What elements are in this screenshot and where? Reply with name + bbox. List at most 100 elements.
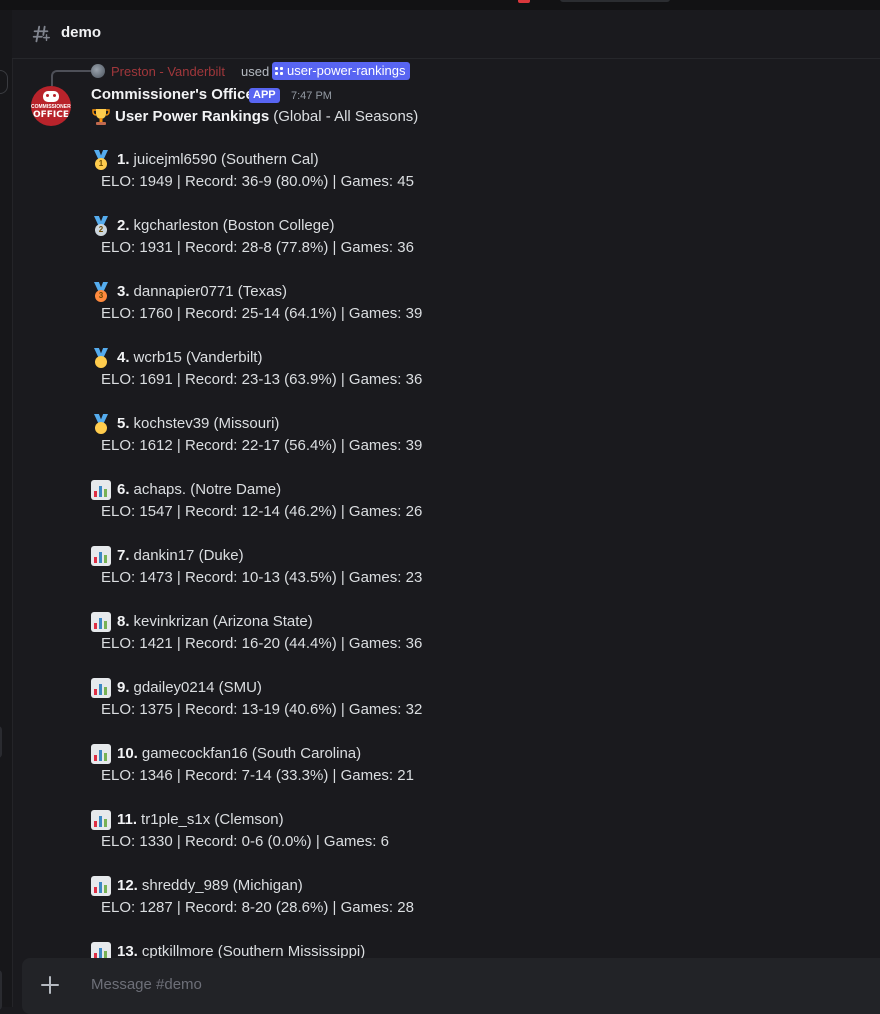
ranking-entry: 11. tr1ple_s1x (Clemson) ELO: 1330 | Recor… (91, 809, 389, 853)
ranking-entry-header: 7. dankin17 (Duke) (91, 545, 422, 567)
bot-avatar[interactable]: COMMISSIONER'S OFFICE (31, 86, 71, 126)
message-input[interactable]: Message #demo (91, 976, 202, 993)
medal-icon (91, 414, 111, 434)
ranking-entry-header: 8. kevinkrizan (Arizona State) (91, 611, 422, 633)
rank-number: 3. (117, 283, 130, 300)
user-stats: ELO: 1330 | Record: 0-6 (0.0%) | Games: … (101, 833, 389, 850)
ranking-entry-header: 1 1. juicejml6590 (Southern Cal) (91, 149, 414, 171)
avatar-text-line2: OFFICE (32, 110, 70, 120)
ranking-entry: 3 3. dannapier0771 (Texas) ELO: 1760 | Reco… (91, 281, 422, 325)
used-label: used (241, 64, 270, 79)
bar-chart-icon (91, 744, 111, 764)
user-team-name: tr1ple_s1x (Clemson) (141, 811, 284, 828)
medal-icon: 1 (91, 150, 111, 170)
reply-connector (51, 70, 91, 86)
user-stats: ELO: 1760 | Record: 25-14 (64.1%) | Game… (101, 305, 423, 322)
ranking-entry-header: 6. achaps. (Notre Dame) (91, 479, 422, 501)
medal-icon: 2 (91, 216, 111, 236)
rank-number: 5. (117, 415, 130, 432)
user-team-name: kochstev39 (Missouri) (133, 415, 280, 432)
rank-number: 9. (117, 679, 130, 696)
slash-command-pill[interactable]: user-power-rankings (272, 62, 410, 80)
bar-chart-icon (91, 678, 111, 698)
server-rail (0, 10, 13, 1010)
user-team-name: juicejml6590 (Southern Cal) (133, 151, 319, 168)
rank-number: 12. (117, 877, 138, 894)
ranking-entry: 7. dankin17 (Duke) ELO: 1473 | Record: 10-… (91, 545, 422, 589)
rank-number: 10. (117, 745, 138, 762)
user-team-name: gamecockfan16 (South Carolina) (141, 745, 362, 762)
user-stats: ELO: 1473 | Record: 10-13 (43.5%) | Game… (101, 569, 423, 586)
command-grid-icon (275, 66, 284, 76)
ranking-entry: 8. kevinkrizan (Arizona State) ELO: 1421 |… (91, 611, 422, 655)
controller-icon (43, 91, 59, 102)
user-team-name: shreddy_989 (Michigan) (141, 877, 303, 894)
referenced-user-name[interactable]: Preston - Vanderbilt (111, 64, 225, 79)
bar-chart-icon (91, 810, 111, 830)
ranking-entry-header: 12. shreddy_989 (Michigan) (91, 875, 414, 897)
top-strip-item (560, 0, 670, 2)
user-stats: ELO: 1375 | Record: 13-19 (40.6%) | Game… (101, 701, 423, 718)
thread-hash-icon (32, 25, 50, 43)
ranking-entry: 6. achaps. (Notre Dame) ELO: 1547 | Record… (91, 479, 422, 523)
rank-number: 7. (117, 547, 130, 564)
medal-icon (91, 348, 111, 368)
channel-header: demo (12, 10, 880, 59)
rank-number: 4. (117, 349, 130, 366)
ranking-entry: 1 1. juicejml6590 (Southern Cal) ELO: 1949 … (91, 149, 414, 193)
referenced-user-avatar[interactable] (91, 64, 105, 78)
user-team-name: wcrb15 (Vanderbilt) (133, 349, 263, 366)
bar-chart-icon (91, 480, 111, 500)
user-stats: ELO: 1287 | Record: 8-20 (28.6%) | Games… (101, 899, 414, 916)
trophy-icon (92, 109, 110, 125)
app-badge: APP (249, 88, 280, 103)
rank-number: 2. (117, 217, 130, 234)
window-top-strip (0, 0, 880, 10)
ranking-entry-header: 2 2. kgcharleston (Boston College) (91, 215, 414, 237)
ranking-entry: 9. gdailey0214 (SMU) ELO: 1375 | Record: 1… (91, 677, 422, 721)
ranking-entry-header: 9. gdailey0214 (SMU) (91, 677, 422, 699)
message-composer[interactable]: Message #demo (22, 958, 880, 1014)
user-team-name: dannapier0771 (Texas) (133, 283, 287, 300)
ranking-entry: 4. wcrb15 (Vanderbilt) ELO: 1691 | Record:… (91, 347, 422, 391)
ranking-entry-header: 3 3. dannapier0771 (Texas) (91, 281, 422, 303)
rank-number: 1. (117, 151, 130, 168)
plus-icon[interactable] (39, 974, 61, 996)
ranking-entry-header: 4. wcrb15 (Vanderbilt) (91, 347, 422, 369)
medal-icon: 3 (91, 282, 111, 302)
rankings-title: User Power Rankings (Global - All Season… (91, 107, 418, 127)
message-timestamp[interactable]: 7:47 PM (291, 90, 332, 102)
user-stats: ELO: 1612 | Record: 22-17 (56.4%) | Game… (101, 437, 423, 454)
rail-item[interactable] (0, 70, 8, 94)
ranking-entry: 10. gamecockfan16 (South Carolina) ELO: 13… (91, 743, 414, 787)
bar-chart-icon (91, 876, 111, 896)
user-stats: ELO: 1931 | Record: 28-8 (77.8%) | Games… (101, 239, 414, 256)
rail-item[interactable] (0, 970, 2, 1010)
user-stats: ELO: 1949 | Record: 36-9 (80.0%) | Games… (101, 173, 414, 190)
message-author[interactable]: Commissioner's Office (91, 86, 254, 103)
user-team-name: achaps. (Notre Dame) (133, 481, 282, 498)
rankings-title-bold: User Power Rankings (115, 108, 270, 125)
ranking-entry-header: 5. kochstev39 (Missouri) (91, 413, 422, 435)
ranking-entry: 2 2. kgcharleston (Boston College) ELO: 193… (91, 215, 414, 259)
user-stats: ELO: 1691 | Record: 23-13 (63.9%) | Game… (101, 371, 423, 388)
rank-number: 8. (117, 613, 130, 630)
bar-chart-icon (91, 612, 111, 632)
user-team-name: gdailey0214 (SMU) (133, 679, 262, 696)
ranking-entry-header: 10. gamecockfan16 (South Carolina) (91, 743, 414, 765)
rank-number: 6. (117, 481, 130, 498)
notification-dot (518, 0, 530, 3)
ranking-entry-header: 11. tr1ple_s1x (Clemson) (91, 809, 389, 831)
user-stats: ELO: 1547 | Record: 12-14 (46.2%) | Game… (101, 503, 423, 520)
user-stats: ELO: 1346 | Record: 7-14 (33.3%) | Games… (101, 767, 414, 784)
ranking-entry: 12. shreddy_989 (Michigan) ELO: 1287 | Rec… (91, 875, 414, 919)
user-team-name: dankin17 (Duke) (133, 547, 244, 564)
ranking-entry: 5. kochstev39 (Missouri) ELO: 1612 | Recor… (91, 413, 422, 457)
user-team-name: kevinkrizan (Arizona State) (133, 613, 313, 630)
bar-chart-icon (91, 546, 111, 566)
user-stats: ELO: 1421 | Record: 16-20 (44.4%) | Game… (101, 635, 423, 652)
user-team-name: kgcharleston (Boston College) (133, 217, 335, 234)
rankings-title-scope: (Global - All Seasons) (273, 108, 419, 125)
channel-name: demo (61, 24, 102, 41)
rail-item[interactable] (0, 726, 2, 758)
